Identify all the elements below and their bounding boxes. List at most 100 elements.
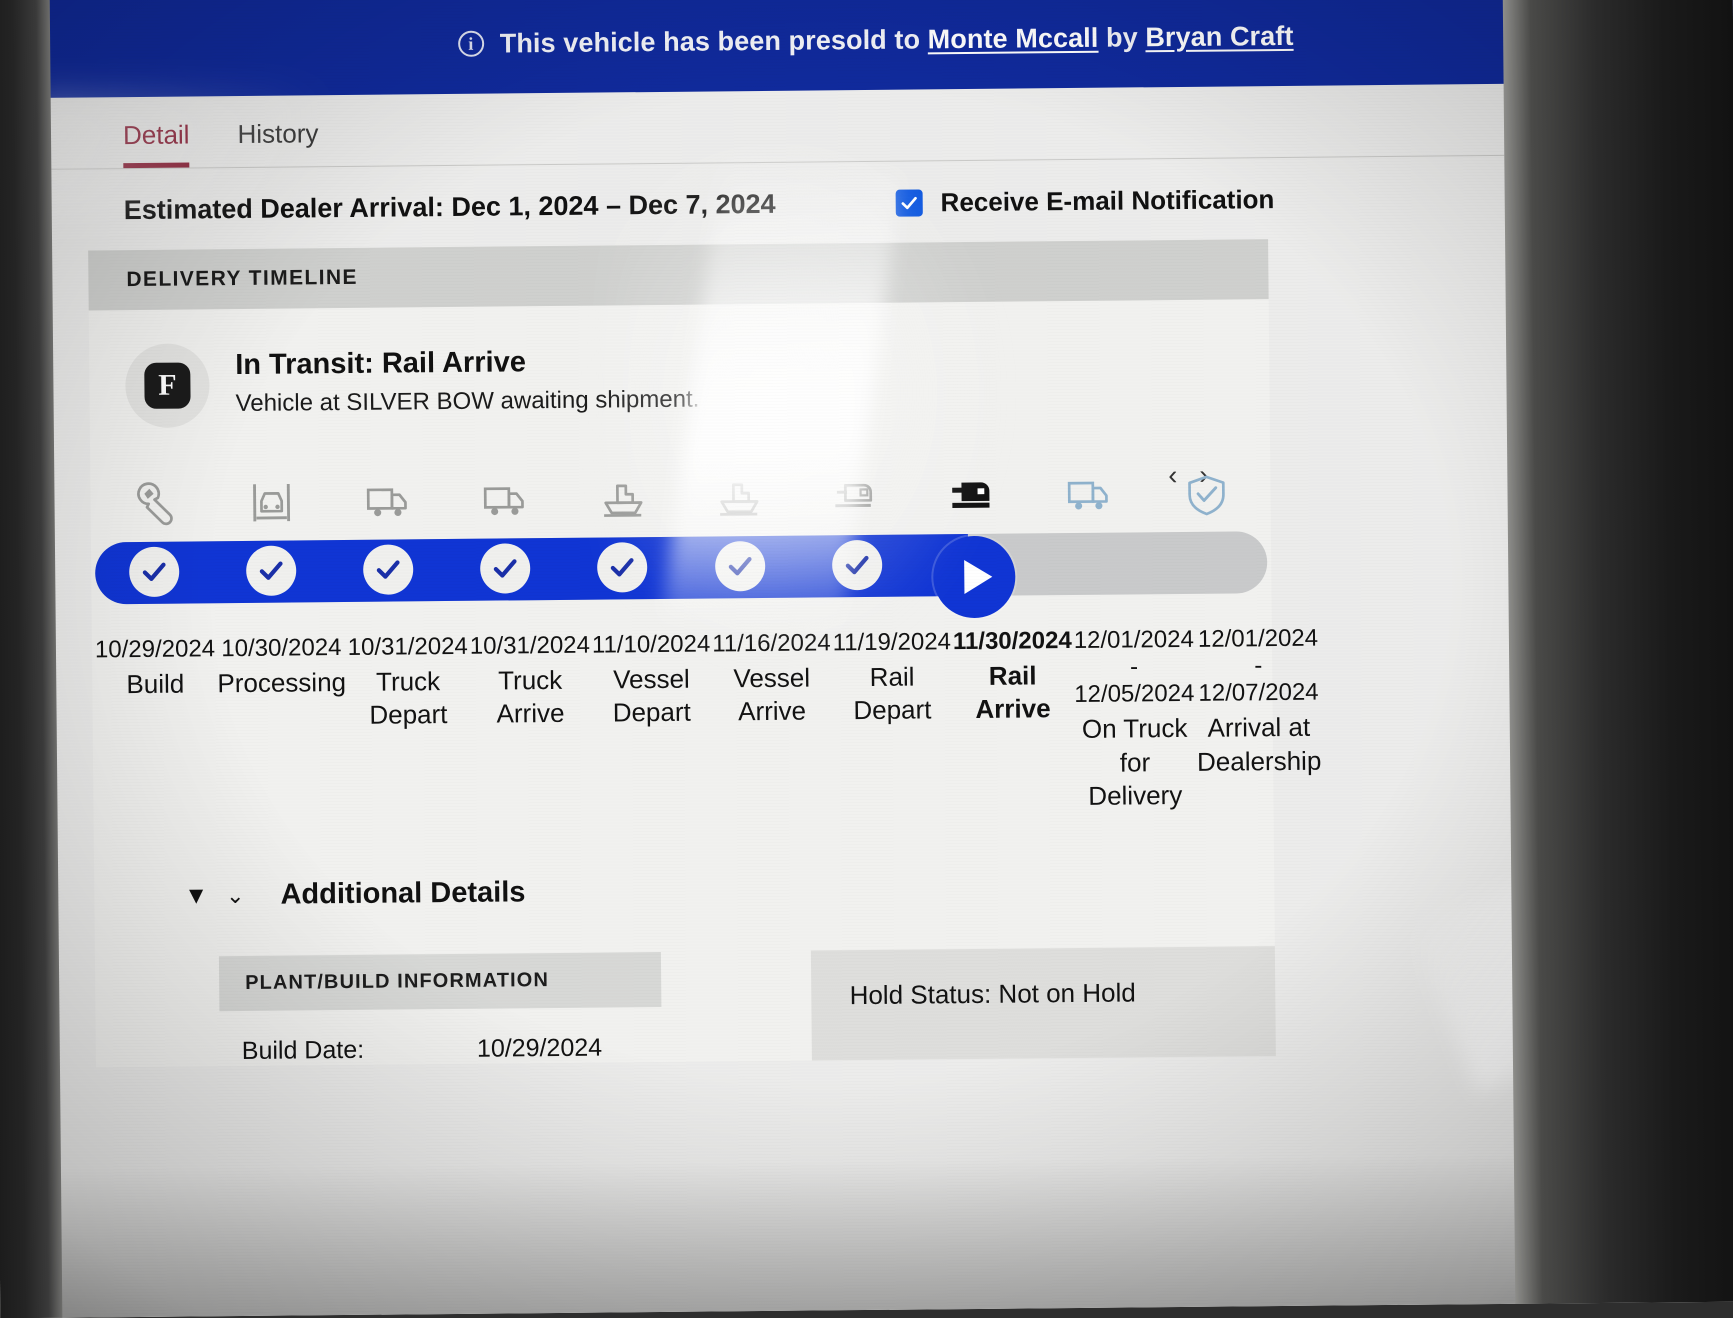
timeline-step-date: 12/01/2024	[1074, 626, 1194, 655]
check-icon	[374, 555, 402, 583]
timeline-label: 11/30/2024 Rail Arrive	[952, 627, 1075, 814]
check-icon	[900, 193, 919, 212]
tab-detail[interactable]: Detail	[123, 119, 190, 168]
timeline-step-date: 12/01/2024	[1196, 625, 1321, 654]
timeline-step-name: Truck Depart	[348, 665, 469, 733]
timeline-node[interactable]	[1032, 524, 1150, 611]
timeline-node[interactable]	[329, 531, 447, 618]
timeline-step-name: On Truck for Delivery	[1074, 712, 1195, 813]
plant-build-header: PLANT/BUILD INFORMATION	[219, 952, 662, 1011]
timeline-icon-truck-arrive[interactable]	[446, 454, 563, 525]
truck-icon	[361, 477, 415, 526]
timeline-step-date: 10/29/2024	[95, 635, 215, 664]
step-complete-badge	[597, 542, 647, 592]
monitor-screen: i This vehicle has been presold to Monte…	[0, 0, 1733, 1318]
timeline-step-date: 11/16/2024	[712, 629, 831, 658]
train-filled-icon	[945, 472, 999, 521]
delivery-truck-icon	[1062, 471, 1116, 520]
timeline-step-date: 10/31/2024	[470, 632, 590, 661]
timeline-node[interactable]	[95, 533, 213, 620]
timeline-node[interactable]	[915, 525, 1033, 612]
ship-icon	[595, 475, 649, 524]
table-row: Build Date: 10/29/2024	[219, 1007, 662, 1066]
timeline-date-separator: -	[1074, 654, 1194, 682]
build-date-value: 10/29/2024	[477, 1034, 602, 1064]
check-icon	[257, 557, 285, 585]
timeline-label: 10/30/2024Processing	[216, 634, 348, 821]
timeline-node[interactable]	[212, 532, 330, 619]
wrench-icon	[128, 480, 182, 529]
timeline-label: 12/01/2024-12/05/2024 On Truck for Delive…	[1073, 626, 1197, 813]
step-current-badge[interactable]	[933, 536, 1016, 619]
timeline-icon-vessel-arrive[interactable]	[680, 452, 797, 523]
step-complete-badge	[832, 540, 882, 590]
timeline-label: 10/31/2024 Truck Depart	[347, 633, 471, 820]
tab-bar: Detail History	[51, 84, 1505, 170]
notification-label: Receive E-mail Notification	[940, 184, 1274, 218]
timeline-step-date-end: 12/07/2024	[1196, 679, 1321, 708]
timeline-step-date-end: 12/05/2024	[1074, 680, 1194, 709]
timeline-label: 10/29/2024 Build	[94, 635, 218, 822]
timeline-step-date: 11/10/2024	[592, 630, 711, 659]
timeline-node[interactable]	[446, 530, 564, 617]
truck-icon	[478, 476, 532, 525]
page-content: Detail History Estimated Dealer Arrival:…	[51, 84, 1516, 1318]
timeline-step-date: 11/19/2024	[832, 628, 951, 657]
timeline-node[interactable]	[681, 528, 799, 615]
status-title: In Transit: Rail Arrive	[235, 345, 699, 382]
status-stage: Rail Arrive	[382, 346, 526, 379]
caret-down-solid-icon[interactable]: ▼	[184, 882, 208, 910]
step-complete-badge	[363, 544, 413, 594]
timeline-label: 10/31/2024Truck Arrive	[469, 632, 593, 819]
build-date-label: Build Date:	[242, 1036, 365, 1066]
train-icon	[828, 473, 882, 522]
timeline-step-name: Arrival at Dealership	[1197, 711, 1322, 779]
buyer-link[interactable]: Monte Mccall	[928, 22, 1099, 54]
timeline-node[interactable]	[564, 529, 682, 616]
avatar: F	[125, 343, 210, 428]
timeline-icon-rail-arrive[interactable]	[914, 449, 1031, 520]
check-icon	[491, 554, 519, 582]
presold-text-before: This vehicle has been presold to	[500, 24, 921, 58]
delivery-timeline-card: DELIVERY TIMELINE F In Transit: Rail Arr…	[88, 239, 1276, 1067]
check-icon	[140, 558, 168, 586]
timeline-date-separator: -	[1196, 653, 1321, 681]
timeline-step-name: Vessel Depart	[592, 662, 711, 730]
eta-row: Estimated Dealer Arrival: Dec 1, 2024 – …	[51, 156, 1505, 245]
details-panels: PLANT/BUILD INFORMATION Build Date: 10/2…	[219, 946, 1276, 1066]
presold-banner-text: This vehicle has been presold to Monte M…	[500, 20, 1294, 59]
timeline-node[interactable]	[1150, 523, 1268, 610]
tab-history[interactable]: History	[237, 118, 318, 167]
ship-icon	[712, 474, 766, 523]
plant-build-information-panel: PLANT/BUILD INFORMATION Build Date: 10/2…	[219, 952, 662, 1066]
timeline-label: 11/16/2024 Vessel Arrive	[711, 629, 833, 816]
timeline-progress-bar	[91, 523, 1272, 620]
timeline-icon-arrival-at-dealership[interactable]	[1147, 447, 1264, 518]
timeline-icon-processing[interactable]	[213, 456, 330, 527]
timeline-icon-vessel-depart[interactable]	[563, 453, 680, 524]
timeline-step-date: 10/30/2024	[217, 634, 346, 663]
delivery-timeline: 10/29/2024Build10/30/2024Processing10/31…	[90, 447, 1273, 822]
timeline-step-name: Rail Arrive	[953, 659, 1072, 727]
timeline-step-date: 10/31/2024	[348, 633, 468, 662]
step-complete-badge	[715, 541, 765, 591]
estimated-dealer-arrival: Estimated Dealer Arrival: Dec 1, 2024 – …	[124, 189, 776, 226]
timeline-icon-truck-depart[interactable]	[330, 455, 447, 526]
additional-details-toggle[interactable]: ▼ ⌄ Additional Details	[184, 869, 1274, 912]
timeline-node[interactable]	[798, 527, 916, 614]
hold-status-panel: Hold Status: Not on Hold	[811, 946, 1276, 1060]
timeline-node-row	[95, 523, 1268, 620]
step-complete-badge	[480, 543, 530, 593]
ford-logo-icon: F	[144, 362, 190, 408]
chevron-down-icon[interactable]: ⌄	[226, 883, 245, 909]
seller-link[interactable]: Bryan Craft	[1145, 20, 1293, 51]
timeline-step-name: Vessel Arrive	[712, 661, 831, 729]
timeline-icon-rail-depart[interactable]	[797, 451, 914, 522]
status-lead: In Transit:	[235, 348, 374, 381]
notification-checkbox[interactable]	[895, 189, 922, 216]
receive-email-notification[interactable]: Receive E-mail Notification	[895, 184, 1274, 219]
timeline-icon-on-truck-for-delivery[interactable]	[1030, 448, 1147, 519]
timeline-step-name: Build	[95, 667, 215, 701]
timeline-icon-build[interactable]	[96, 457, 213, 528]
timeline-step-date: 11/30/2024	[953, 627, 1072, 656]
